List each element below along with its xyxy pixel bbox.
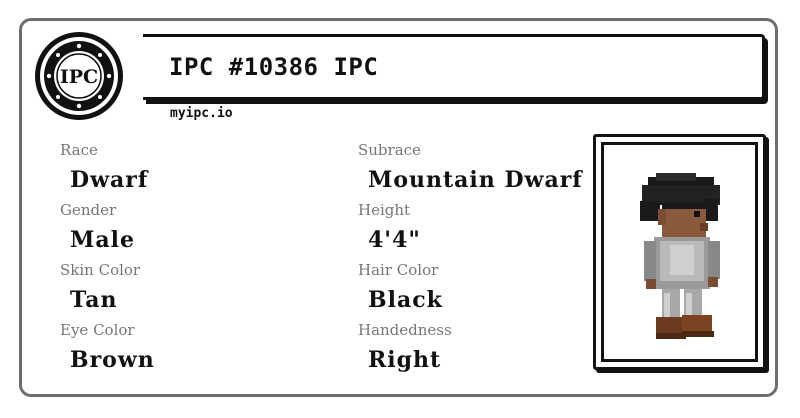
subrace-value: Mountain Dwarf [368, 167, 583, 193]
pixel-dwarf-character [640, 173, 720, 339]
gender-value: Male [70, 227, 135, 253]
hair-color-label: Hair Color [358, 261, 439, 279]
race-value: Dwarf [70, 167, 149, 193]
portrait-panel [601, 142, 758, 362]
site-link[interactable]: myipc.io [170, 106, 233, 121]
page-title: IPC #10386 IPC [169, 53, 379, 81]
hair-color-value: Black [368, 287, 443, 313]
logo-text: IPC [60, 66, 98, 88]
handedness-value: Right [368, 347, 442, 373]
eye-color-label: Eye Color [60, 321, 135, 339]
eye-color-value: Brown [70, 347, 155, 373]
height-value: 4'4" [368, 227, 421, 253]
subrace-label: Subrace [358, 141, 421, 159]
handedness-label: Handedness [358, 321, 452, 339]
height-label: Height [358, 201, 411, 219]
gender-label: Gender [60, 201, 117, 219]
ipc-logo-icon: IPC [33, 30, 125, 122]
race-label: Race [60, 141, 98, 159]
portrait-frame [593, 134, 766, 370]
skin-color-value: Tan [70, 287, 118, 313]
skin-color-label: Skin Color [60, 261, 141, 279]
title-banner: IPC #10386 IPC [143, 34, 765, 100]
